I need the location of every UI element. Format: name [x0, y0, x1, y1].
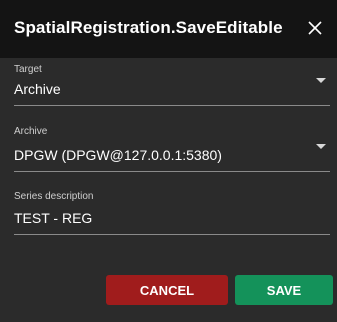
- archive-select[interactable]: Archive DPGW (DPGW@127.0.0.1:5380): [14, 126, 330, 174]
- series-description-value[interactable]: TEST - REG: [14, 210, 92, 226]
- dropdown-arrow-icon: [316, 78, 326, 83]
- archive-underline: [14, 171, 330, 172]
- dialog-title: SpatialRegistration.SaveEditable: [14, 18, 283, 37]
- target-value: Archive: [14, 81, 61, 97]
- target-label: Target: [14, 64, 42, 75]
- dropdown-arrow-icon: [316, 144, 326, 149]
- dialog-titlebar: SpatialRegistration.SaveEditable: [0, 0, 337, 58]
- archive-label: Archive: [14, 126, 48, 137]
- target-underline: [14, 105, 330, 106]
- close-button[interactable]: [301, 12, 329, 44]
- close-icon: [308, 21, 322, 35]
- target-select[interactable]: Target Archive: [14, 64, 330, 108]
- series-description-label: Series description: [14, 191, 94, 202]
- series-description-underline: [14, 234, 330, 235]
- series-description-field[interactable]: Series description TEST - REG: [14, 191, 330, 237]
- save-button[interactable]: SAVE: [235, 275, 333, 305]
- save-dialog: SpatialRegistration.SaveEditable Target …: [0, 0, 337, 322]
- archive-value: DPGW (DPGW@127.0.0.1:5380): [14, 147, 222, 163]
- cancel-button[interactable]: CANCEL: [106, 275, 228, 305]
